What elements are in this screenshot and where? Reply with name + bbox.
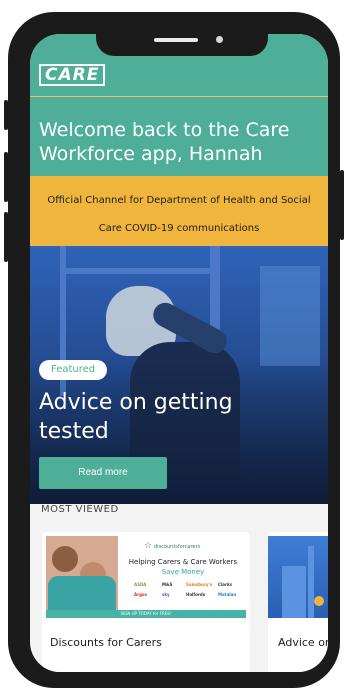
star-icon: ☆ <box>144 541 153 551</box>
retailer-logos: ASDA M&S Sainsbury's Clarks Argos sky Ha… <box>128 580 240 602</box>
thumb-shape <box>314 596 324 606</box>
card-discounts-for-carers[interactable]: ☆ discountsforcarers Helping Carers & Ca… <box>42 532 250 672</box>
thumb-brand: discountsforcarers <box>154 544 201 550</box>
header-divider <box>30 96 328 97</box>
logo-sainsburys: Sainsbury's <box>186 582 213 587</box>
logo-argos: Argos <box>134 592 148 597</box>
thumb-shape <box>282 566 306 618</box>
card-thumbnail <box>268 536 328 618</box>
card-title: Discounts for Carers <box>50 636 162 649</box>
most-viewed-section: MOST VIEWED ☆ discountsforcarers Helping… <box>30 226 328 672</box>
carers-photo <box>46 536 118 610</box>
logo-ms: M&S <box>162 582 173 587</box>
thumb-shape <box>308 546 314 618</box>
speaker-grille <box>154 38 198 42</box>
care-logo[interactable]: CARE <box>39 64 106 86</box>
phone-notch <box>96 22 268 56</box>
photo-person-1 <box>52 546 78 572</box>
welcome-message: Welcome back to the Care Workforce app, … <box>39 119 290 165</box>
logo-halfords: Halfords <box>186 592 206 597</box>
card-advice-on-getting-tested[interactable]: Advice on getting tested <box>268 532 328 672</box>
phone-silent-switch <box>4 100 8 130</box>
card-thumbnail: ☆ discountsforcarers Helping Carers & Ca… <box>46 536 246 618</box>
phone-volume-up <box>4 152 8 202</box>
thumb-subheadline: Save Money <box>161 568 205 576</box>
app-screen: CARE Welcome back to the Care Workforce … <box>30 34 328 672</box>
thumb-headline: Helping Carers & Care Workers <box>128 558 238 566</box>
phone-power-button <box>340 170 344 240</box>
signup-strip: SIGN UP TODAY for FREE! <box>46 610 246 618</box>
camera-icon <box>216 36 223 43</box>
logo-asda: ASDA <box>134 582 147 587</box>
photo-wheelchair <box>48 576 116 610</box>
card-title: Advice on getting tested <box>278 636 328 649</box>
phone-volume-down <box>4 212 8 262</box>
most-viewed-label: MOST VIEWED <box>41 504 119 515</box>
logo-matalan: Matalan <box>218 592 237 597</box>
banner-line-1: Official Channel for Department of Healt… <box>47 195 311 206</box>
logo-clarks: Clarks <box>218 582 233 587</box>
logo-sky: sky <box>162 592 170 597</box>
